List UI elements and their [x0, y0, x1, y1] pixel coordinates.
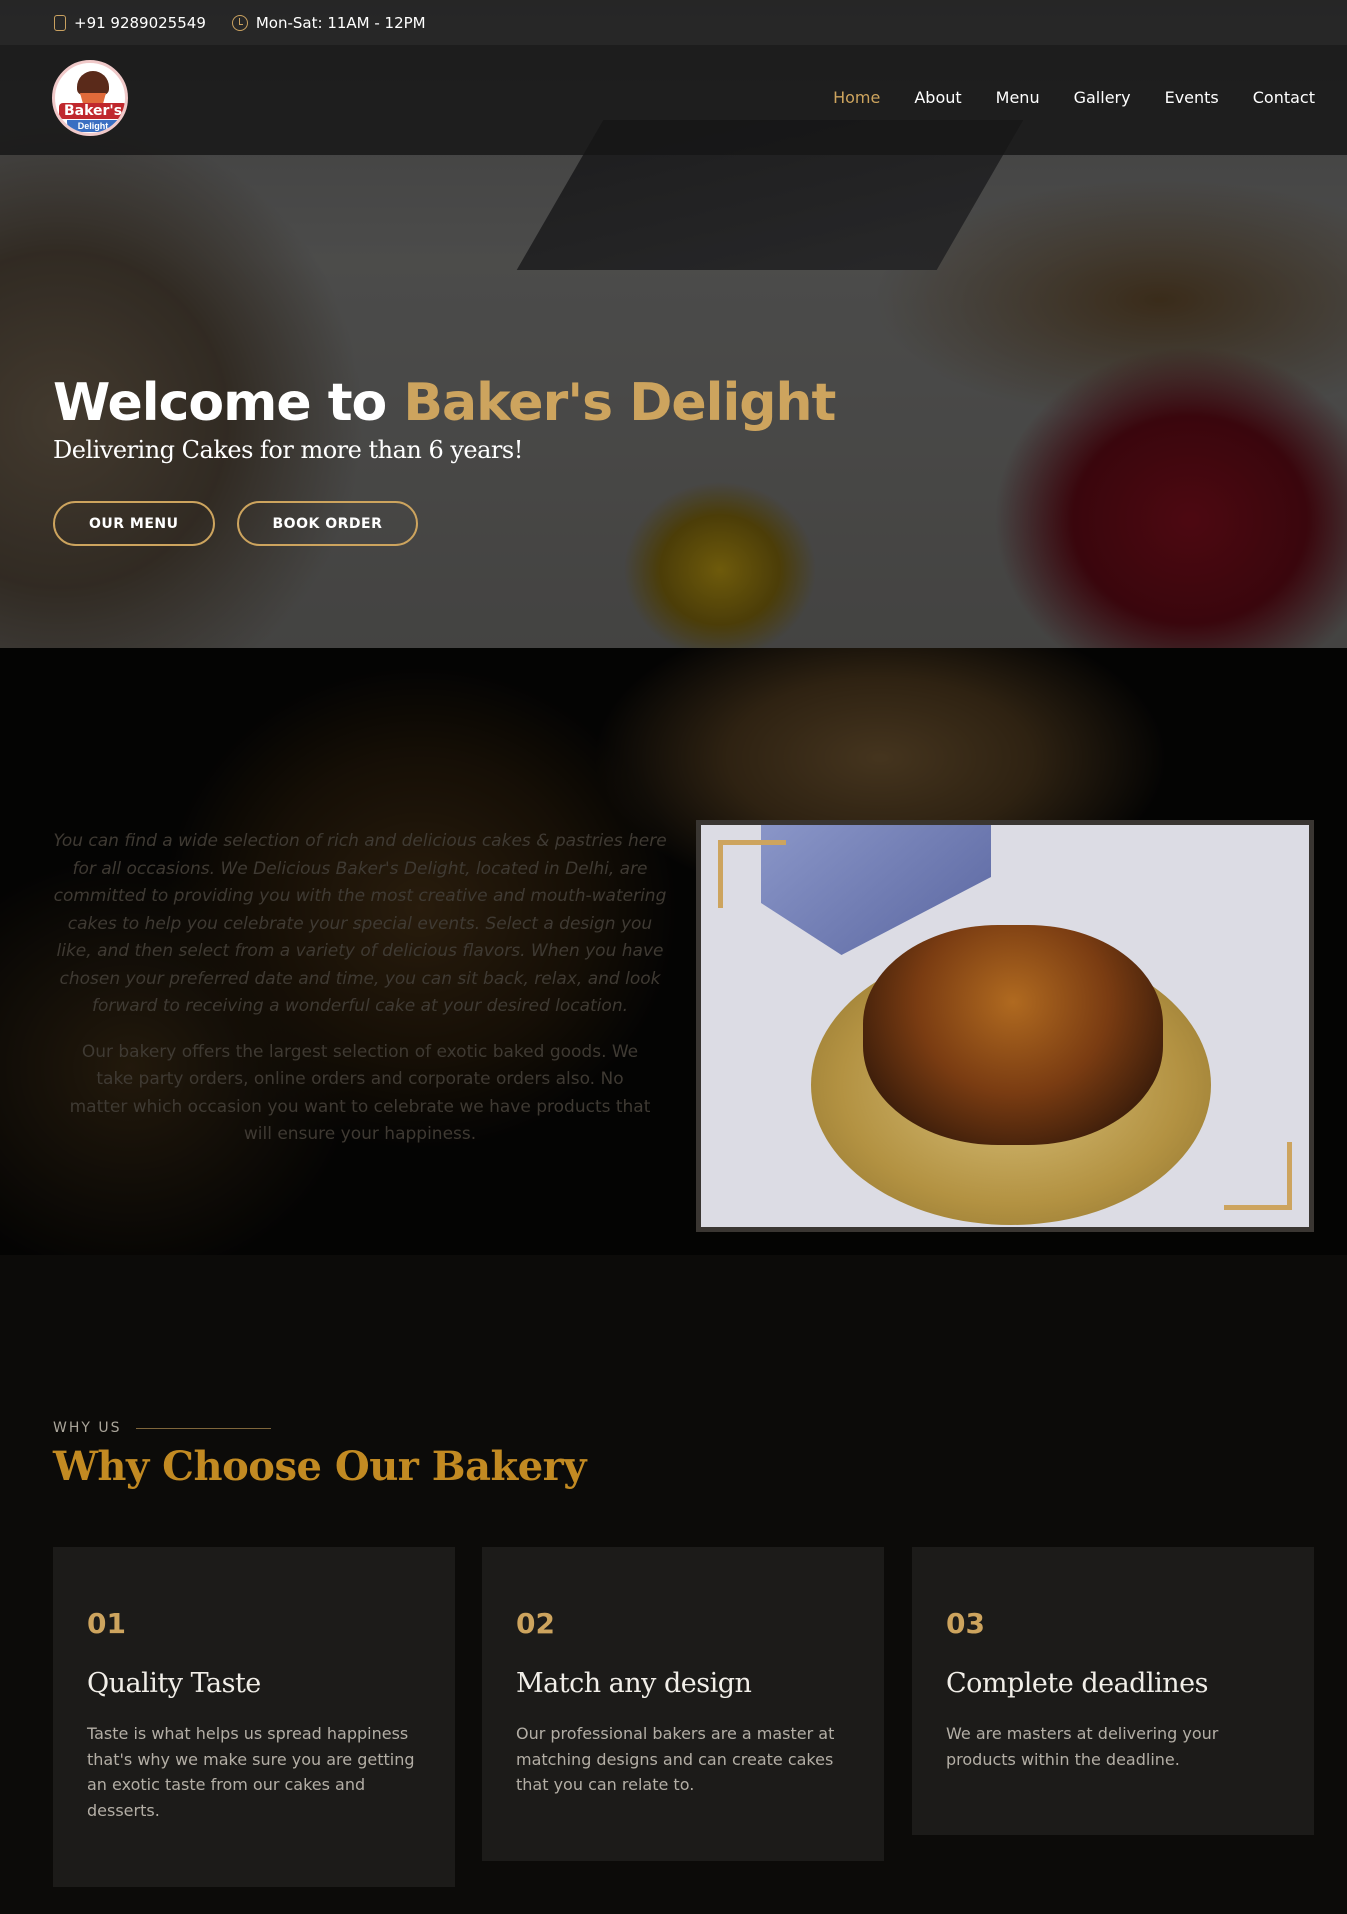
about-paragraph-1: You can find a wide selection of rich an… — [53, 831, 667, 1016]
phone-info[interactable]: +91 9289025549 — [54, 14, 206, 32]
hero-text: Welcome to Baker's Delight Delivering Ca… — [53, 370, 836, 464]
why-card: 02 Match any design Our professional bak… — [482, 1547, 884, 1861]
nav-events[interactable]: Events — [1165, 88, 1219, 107]
nav-contact[interactable]: Contact — [1253, 88, 1315, 107]
nav-home[interactable]: Home — [833, 88, 880, 107]
card-number: 01 — [87, 1607, 126, 1640]
card-title: Complete deadlines — [946, 1668, 1208, 1699]
main-nav: Home About Menu Gallery Events Contact — [833, 88, 1315, 107]
phone-icon — [54, 14, 66, 31]
about-text: You can find a wide selection of rich an… — [50, 828, 670, 1149]
card-description: Taste is what helps us spread happiness … — [87, 1724, 415, 1820]
hero-buttons: OUR MENU BOOK ORDER — [53, 501, 419, 546]
opening-hours: Mon-Sat: 11AM - 12PM — [255, 13, 426, 32]
about-cake-image — [696, 820, 1314, 1232]
card-number: 02 — [516, 1607, 555, 1640]
about-paragraph-2: Our bakery offers the largest selection … — [69, 1041, 651, 1145]
hero-title-brand: Baker's Delight — [403, 373, 836, 433]
hero-title: Welcome to Baker's Delight — [53, 370, 836, 436]
top-info-bar: +91 9289025549 Mon-Sat: 11AM - 12PM — [0, 0, 1347, 45]
card-number: 03 — [946, 1607, 985, 1640]
logo-sub: Delight — [67, 120, 119, 132]
nav-gallery[interactable]: Gallery — [1074, 88, 1131, 107]
why-card: 01 Quality Taste Taste is what helps us … — [53, 1547, 455, 1887]
nav-menu[interactable]: Menu — [996, 88, 1040, 107]
site-header: Baker's Delight Home About Menu Gallery … — [0, 45, 1347, 155]
cake-shape — [863, 925, 1163, 1145]
logo-name: Baker's — [59, 103, 125, 119]
card-description: Our professional bakers are a master at … — [516, 1724, 835, 1794]
why-us-title: Why Choose Our Bakery — [53, 1443, 586, 1490]
hero-title-prefix: Welcome to — [53, 373, 404, 433]
phone-number: +91 9289025549 — [74, 13, 206, 32]
why-card: 03 Complete deadlines We are masters at … — [912, 1547, 1314, 1835]
card-description: We are masters at delivering your produc… — [946, 1724, 1219, 1769]
card-title: Quality Taste — [87, 1668, 261, 1699]
frame-corner-top-left — [718, 840, 786, 908]
why-us-label: WHY US — [53, 1420, 271, 1436]
bakers-delight-logo[interactable]: Baker's Delight — [52, 60, 128, 136]
frame-corner-bottom-right — [1224, 1142, 1292, 1210]
nav-about[interactable]: About — [914, 88, 961, 107]
cupcake-icon — [77, 71, 109, 95]
hours-info: Mon-Sat: 11AM - 12PM — [231, 13, 426, 32]
clock-icon — [231, 14, 248, 31]
our-menu-button[interactable]: OUR MENU — [53, 501, 215, 546]
hero-subtitle: Delivering Cakes for more than 6 years! — [53, 436, 523, 464]
book-order-button[interactable]: BOOK ORDER — [236, 501, 419, 546]
card-title: Match any design — [516, 1668, 752, 1699]
